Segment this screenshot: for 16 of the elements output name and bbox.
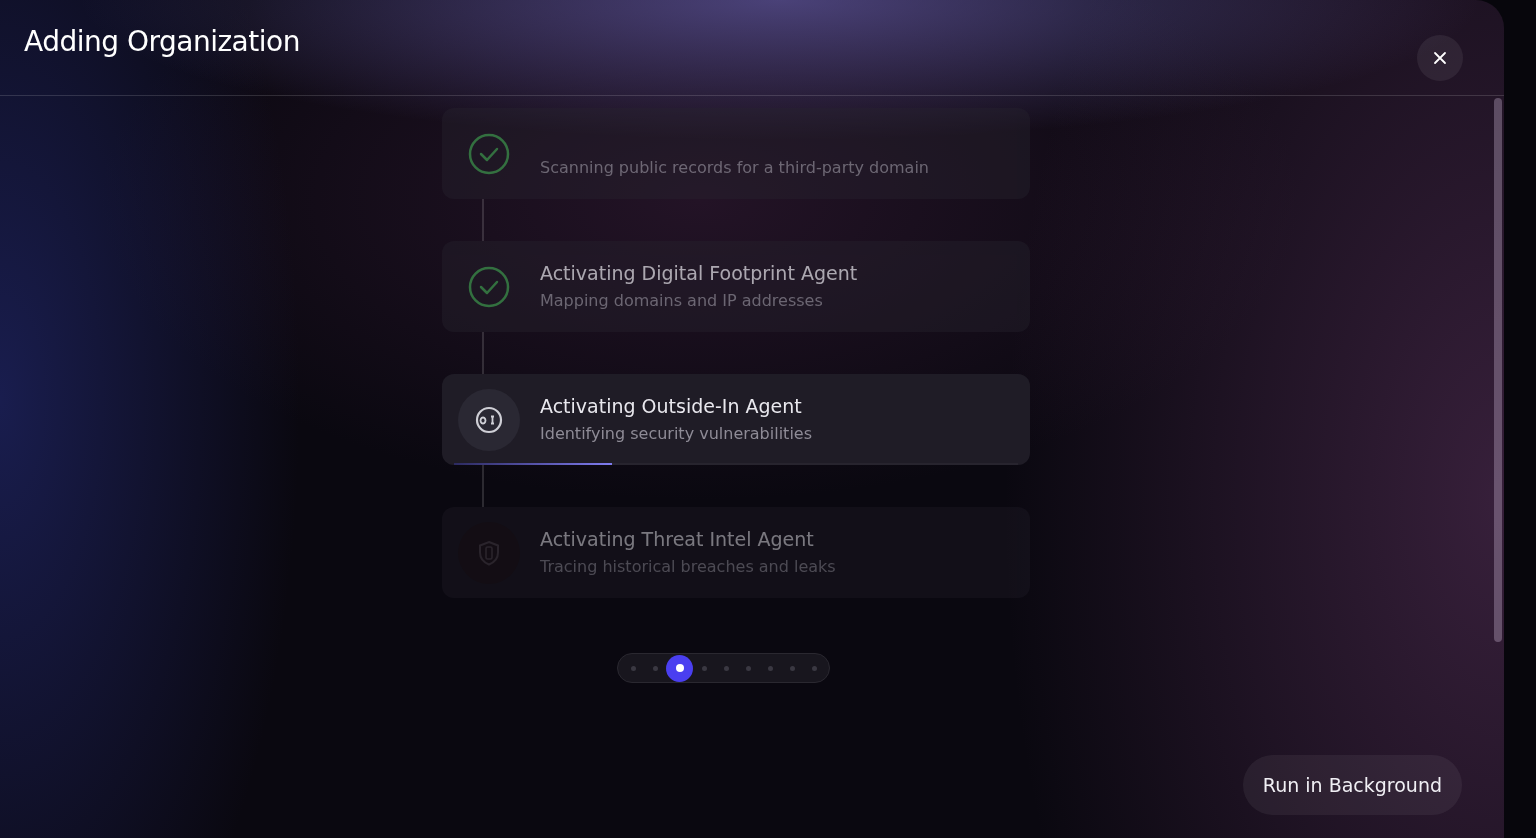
run-in-background-button[interactable]: Run in Background bbox=[1242, 755, 1462, 815]
scrollbar[interactable] bbox=[1494, 98, 1502, 642]
step-title: Activating Digital Footprint Agent bbox=[540, 261, 858, 286]
close-button[interactable] bbox=[1417, 34, 1463, 81]
step-description: Mapping domains and IP addresses bbox=[540, 290, 824, 312]
step-description: Scanning public records for a third-party domain bbox=[540, 157, 929, 179]
close-icon bbox=[1433, 50, 1447, 65]
check-circle-icon bbox=[468, 132, 510, 175]
step-description: Identifying security vulnerabilities bbox=[540, 423, 812, 445]
step-title: Activating Outside-In Agent bbox=[540, 394, 803, 419]
check-circle-icon bbox=[468, 265, 510, 308]
step-description: Tracing historical breaches and leaks bbox=[540, 556, 836, 578]
agent-circle-icon bbox=[458, 388, 520, 451]
dialog-title: Adding Organization bbox=[24, 25, 300, 58]
pagination-dot[interactable] bbox=[666, 654, 693, 682]
step-title: Activating Threat Intel Agent bbox=[540, 527, 815, 552]
